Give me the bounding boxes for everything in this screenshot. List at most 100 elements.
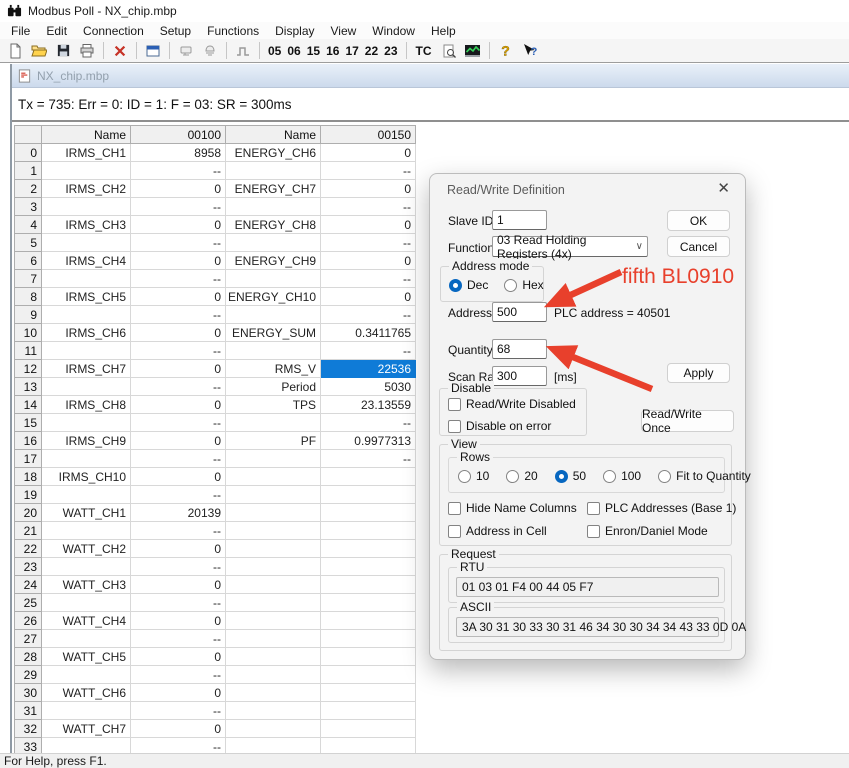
rows-radio-fit-to-quantity[interactable]: Fit to Quantity	[658, 469, 751, 483]
grid-cell[interactable]: 0	[321, 288, 416, 306]
grid-cell[interactable]: PF	[226, 432, 321, 450]
row-header-cell[interactable]: 3	[15, 198, 42, 216]
grid-cell[interactable]: --	[321, 234, 416, 252]
apply-button[interactable]: Apply	[667, 363, 730, 383]
menu-item-window[interactable]: Window	[364, 23, 423, 39]
grid-cell[interactable]	[42, 270, 131, 288]
grid-cell[interactable]: IRMS_CH6	[42, 324, 131, 342]
row-header-cell[interactable]: 11	[15, 342, 42, 360]
grid-cell[interactable]: --	[131, 342, 226, 360]
grid-cell[interactable]	[226, 594, 321, 612]
rows-radio-10[interactable]: 10	[458, 469, 489, 483]
grid-cell[interactable]	[226, 468, 321, 486]
grid-cell[interactable]: 22536	[321, 360, 416, 378]
grid-cell[interactable]: 0	[131, 288, 226, 306]
row-header-cell[interactable]: 16	[15, 432, 42, 450]
row-header-cell[interactable]: 27	[15, 630, 42, 648]
row-header-cell[interactable]: 10	[15, 324, 42, 342]
grid-cell[interactable]	[321, 522, 416, 540]
grid-cell[interactable]	[42, 306, 131, 324]
grid-cell[interactable]: IRMS_CH4	[42, 252, 131, 270]
function-select[interactable]: 03 Read Holding Registers (4x) ∨	[492, 236, 648, 257]
ok-button[interactable]: OK	[667, 210, 730, 231]
grid-cell[interactable]	[42, 666, 131, 684]
grid-cell[interactable]: 0	[131, 468, 226, 486]
grid-cell[interactable]	[42, 234, 131, 252]
grid-cell[interactable]: 0.9977313	[321, 432, 416, 450]
grid-cell[interactable]: IRMS_CH7	[42, 360, 131, 378]
grid-cell[interactable]	[226, 666, 321, 684]
grid-cell[interactable]	[226, 702, 321, 720]
row-header-cell[interactable]: 1	[15, 162, 42, 180]
row-header-cell[interactable]: 5	[15, 234, 42, 252]
disconnect-button[interactable]	[109, 41, 131, 61]
row-header-cell[interactable]: 22	[15, 540, 42, 558]
grid-cell[interactable]: 0	[131, 576, 226, 594]
save-button[interactable]	[52, 41, 74, 61]
rows-radio-50[interactable]: 50	[555, 469, 586, 483]
menu-item-setup[interactable]: Setup	[152, 23, 199, 39]
menu-item-functions[interactable]: Functions	[199, 23, 267, 39]
row-header-cell[interactable]: 21	[15, 522, 42, 540]
row-header-cell[interactable]: 0	[15, 144, 42, 162]
menu-item-view[interactable]: View	[323, 23, 365, 39]
slave-id-input[interactable]	[492, 210, 547, 230]
grid-cell[interactable]	[321, 504, 416, 522]
grid-cell[interactable]	[321, 576, 416, 594]
grid-cell[interactable]: 0	[131, 252, 226, 270]
grid-cell[interactable]: --	[131, 630, 226, 648]
grid-cell[interactable]: --	[131, 198, 226, 216]
row-header-cell[interactable]: 14	[15, 396, 42, 414]
toolbar-func-17[interactable]: 17	[342, 44, 361, 58]
communication-traffic-button[interactable]	[462, 41, 484, 61]
view-checkbox-plc-addresses-base-1[interactable]: PLC Addresses (Base 1)	[587, 501, 736, 515]
grid-cell[interactable]: IRMS_CH1	[42, 144, 131, 162]
row-header-cell[interactable]: 20	[15, 504, 42, 522]
grid-cell[interactable]	[226, 684, 321, 702]
row-header-cell[interactable]: 23	[15, 558, 42, 576]
grid-cell[interactable]: --	[321, 306, 416, 324]
grid-cell[interactable]	[42, 378, 131, 396]
grid-cell[interactable]: WATT_CH2	[42, 540, 131, 558]
grid-cell[interactable]	[226, 612, 321, 630]
grid-cell[interactable]: --	[131, 414, 226, 432]
menu-item-display[interactable]: Display	[267, 23, 322, 39]
grid-cell[interactable]	[42, 522, 131, 540]
row-header-cell[interactable]: 29	[15, 666, 42, 684]
grid-cell[interactable]: ENERGY_CH10	[226, 288, 321, 306]
grid-cell[interactable]	[321, 540, 416, 558]
grid-cell[interactable]	[321, 486, 416, 504]
read-write-once-button[interactable]: Read/Write Once	[641, 410, 734, 432]
grid-cell[interactable]	[321, 630, 416, 648]
grid-header-cell[interactable]: Name	[42, 126, 131, 144]
grid-cell[interactable]: 0	[321, 216, 416, 234]
toolbar-func-22[interactable]: 22	[362, 44, 381, 58]
single-poll-button[interactable]	[232, 41, 254, 61]
row-header-cell[interactable]: 31	[15, 702, 42, 720]
grid-cell[interactable]: 0	[131, 612, 226, 630]
grid-cell[interactable]	[226, 162, 321, 180]
grid-cell[interactable]: --	[321, 198, 416, 216]
quantity-input[interactable]	[492, 339, 547, 359]
grid-cell[interactable]: 0	[131, 396, 226, 414]
grid-cell[interactable]: WATT_CH6	[42, 684, 131, 702]
grid-cell[interactable]: 0	[131, 180, 226, 198]
grid-cell[interactable]: 0	[131, 360, 226, 378]
grid-cell[interactable]	[42, 558, 131, 576]
grid-cell[interactable]: IRMS_CH2	[42, 180, 131, 198]
row-header-cell[interactable]: 8	[15, 288, 42, 306]
grid-cell[interactable]: --	[131, 450, 226, 468]
grid-cell[interactable]: 5030	[321, 378, 416, 396]
grid-cell[interactable]: --	[131, 666, 226, 684]
grid-cell[interactable]	[226, 450, 321, 468]
disable-checkbox-disable-on-error[interactable]: Disable on error	[448, 419, 576, 433]
grid-cell[interactable]: IRMS_CH5	[42, 288, 131, 306]
toolbar-func-16[interactable]: 16	[323, 44, 342, 58]
grid-cell[interactable]: IRMS_CH10	[42, 468, 131, 486]
grid-cell[interactable]: ENERGY_SUM	[226, 324, 321, 342]
grid-cell[interactable]	[226, 270, 321, 288]
rows-radio-20[interactable]: 20	[506, 469, 537, 483]
grid-cell[interactable]	[226, 648, 321, 666]
grid-cell[interactable]: --	[321, 414, 416, 432]
grid-cell[interactable]	[42, 450, 131, 468]
